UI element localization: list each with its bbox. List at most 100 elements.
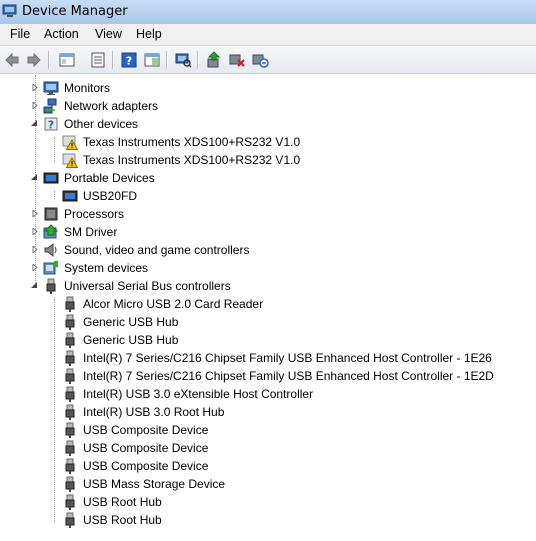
tree-node-device[interactable]: USB Composite Device bbox=[0, 457, 536, 475]
uninstall-icon[interactable] bbox=[228, 51, 246, 69]
tree-node-device[interactable]: USB Composite Device bbox=[0, 421, 536, 439]
usb-plug-icon bbox=[65, 314, 75, 330]
sm-driver-icon bbox=[43, 224, 59, 239]
usb-plug-icon bbox=[65, 422, 75, 438]
portable-device-icon bbox=[62, 190, 78, 202]
tree-node-label: Other devices bbox=[64, 117, 139, 131]
tree-node-label: Network adapters bbox=[64, 99, 159, 113]
tree-node-label: USB20FD bbox=[83, 189, 138, 203]
expand-arrow-icon[interactable] bbox=[32, 246, 39, 253]
tree-node-label: Portable Devices bbox=[64, 171, 155, 185]
usb-plug-icon bbox=[65, 512, 75, 528]
tree-node-label: SM Driver bbox=[64, 225, 118, 239]
tree-node-sm-driver[interactable]: SM Driver bbox=[0, 223, 536, 241]
tree-node-system-devices[interactable]: System devices bbox=[0, 259, 536, 277]
tree-node-label: Texas Instruments XDS100+RS232 V1.0 bbox=[83, 135, 301, 149]
processor-icon bbox=[44, 207, 58, 221]
update-driver-icon[interactable] bbox=[205, 51, 223, 69]
tree-node-label: USB Composite Device bbox=[83, 423, 209, 437]
help-icon[interactable]: ? bbox=[120, 51, 138, 69]
usb-plug-icon bbox=[65, 332, 75, 348]
expand-arrow-icon[interactable] bbox=[32, 210, 39, 217]
collapse-arrow-icon[interactable] bbox=[31, 120, 38, 127]
collapse-arrow-icon[interactable] bbox=[31, 282, 38, 289]
usb-plug-icon bbox=[65, 476, 75, 492]
tree-node-monitors[interactable]: Monitors bbox=[0, 79, 536, 97]
tree-node-device[interactable]: Generic USB Hub bbox=[0, 313, 536, 331]
tree-node-device[interactable]: Texas Instruments XDS100+RS232 V1.0 bbox=[0, 151, 536, 169]
tree-node-label: Intel(R) 7 Series/C216 Chipset Family US… bbox=[83, 369, 494, 383]
back-icon[interactable] bbox=[4, 51, 22, 69]
usb-plug-icon bbox=[65, 458, 75, 474]
tree-node-device[interactable]: USB Composite Device bbox=[0, 439, 536, 457]
tree-node-device[interactable]: Texas Instruments XDS100+RS232 V1.0 bbox=[0, 133, 536, 151]
network-adapter-icon bbox=[43, 98, 57, 114]
tree-node-portable-devices[interactable]: Portable Devices bbox=[0, 169, 536, 187]
monitor-icon bbox=[43, 81, 59, 95]
tree-node-sound-video-game[interactable]: Sound, video and game controllers bbox=[0, 241, 536, 259]
usb-plug-icon bbox=[65, 386, 75, 402]
expand-arrow-icon[interactable] bbox=[32, 228, 39, 235]
tree-node-label: Universal Serial Bus controllers bbox=[64, 279, 231, 293]
device-tree: Monitors Network adapters ? Other device… bbox=[0, 75, 536, 541]
portable-device-icon bbox=[43, 172, 59, 184]
tree-node-label: Processors bbox=[64, 207, 125, 221]
tree-node-device[interactable]: Generic USB Hub bbox=[0, 331, 536, 349]
tree-node-label: Intel(R) 7 Series/C216 Chipset Family US… bbox=[83, 351, 492, 365]
menu-view[interactable]: View bbox=[95, 27, 122, 41]
menu-action[interactable]: Action bbox=[44, 27, 79, 41]
tree-node-label: Texas Instruments XDS100+RS232 V1.0 bbox=[83, 153, 301, 167]
usb-plug-icon bbox=[65, 404, 75, 420]
window-title: Device Manager bbox=[22, 4, 128, 19]
tree-node-label: Generic USB Hub bbox=[83, 315, 179, 329]
tree-node-label: Alcor Micro USB 2.0 Card Reader bbox=[83, 297, 264, 311]
tree-node-device[interactable]: Alcor Micro USB 2.0 Card Reader bbox=[0, 295, 536, 313]
speaker-icon bbox=[44, 242, 57, 258]
collapse-arrow-icon[interactable] bbox=[31, 174, 38, 181]
tree-node-other-devices[interactable]: ? Other devices bbox=[0, 115, 536, 133]
tree-node-device[interactable]: Intel(R) 7 Series/C216 Chipset Family US… bbox=[0, 367, 536, 385]
properties-icon[interactable] bbox=[89, 51, 107, 69]
forward-icon[interactable] bbox=[24, 51, 42, 69]
tree-node-label: Sound, video and game controllers bbox=[64, 243, 250, 257]
tree-node-label: USB Composite Device bbox=[83, 441, 209, 455]
title-bar: Device Manager bbox=[0, 0, 536, 24]
tree-node-label: Intel(R) USB 3.0 eXtensible Host Control… bbox=[83, 387, 314, 401]
menu-help[interactable]: Help bbox=[136, 27, 162, 41]
tree-node-label: USB Root Hub bbox=[83, 495, 162, 509]
console-icon[interactable] bbox=[143, 51, 161, 69]
expand-arrow-icon[interactable] bbox=[32, 264, 39, 271]
tree-node-network-adapters[interactable]: Network adapters bbox=[0, 97, 536, 115]
usb-plug-icon bbox=[65, 296, 75, 312]
system-device-icon bbox=[43, 261, 58, 275]
tree-node-device[interactable]: Intel(R) 7 Series/C216 Chipset Family US… bbox=[0, 349, 536, 367]
disable-icon[interactable] bbox=[251, 51, 269, 69]
tree-node-device[interactable]: USB20FD bbox=[0, 187, 536, 205]
expand-arrow-icon[interactable] bbox=[32, 84, 39, 91]
tree-node-device[interactable]: USB Root Hub bbox=[0, 493, 536, 511]
warning-device-icon bbox=[62, 135, 78, 150]
usb-plug-icon bbox=[65, 368, 75, 384]
svg-text:?: ? bbox=[48, 119, 54, 132]
scan-hardware-icon[interactable] bbox=[174, 51, 192, 69]
expand-arrow-icon[interactable] bbox=[32, 102, 39, 109]
tree-node-label: System devices bbox=[64, 261, 149, 275]
svg-text:?: ? bbox=[126, 55, 132, 68]
usb-plug-icon bbox=[46, 278, 56, 294]
tree-node-device[interactable]: USB Mass Storage Device bbox=[0, 475, 536, 493]
menu-file[interactable]: File bbox=[10, 27, 30, 41]
tree-node-label: Intel(R) USB 3.0 Root Hub bbox=[83, 405, 225, 419]
menu-bar: File Action View Help bbox=[0, 24, 536, 46]
tree-node-processors[interactable]: Processors bbox=[0, 205, 536, 223]
tree-node-label: USB Mass Storage Device bbox=[83, 477, 226, 491]
unknown-device-icon: ? bbox=[44, 117, 58, 132]
tree-node-device[interactable]: Intel(R) USB 3.0 Root Hub bbox=[0, 403, 536, 421]
device-manager-icon bbox=[2, 4, 17, 17]
tree-node-label: Generic USB Hub bbox=[83, 333, 179, 347]
tree-node-device[interactable]: USB Root Hub bbox=[0, 511, 536, 529]
tree-node-device[interactable]: Intel(R) USB 3.0 eXtensible Host Control… bbox=[0, 385, 536, 403]
tree-view-icon[interactable] bbox=[58, 51, 76, 69]
tree-node-usb-controllers[interactable]: Universal Serial Bus controllers bbox=[0, 277, 536, 295]
tree-node-label: USB Composite Device bbox=[83, 459, 209, 473]
toolbar: ? bbox=[0, 46, 536, 74]
